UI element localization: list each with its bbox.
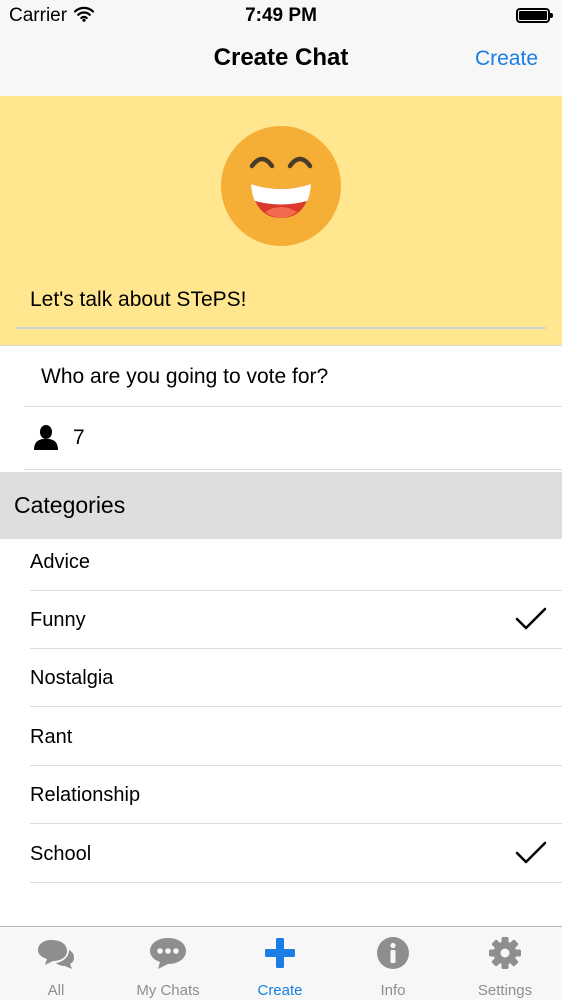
tab-all[interactable]: All [0, 927, 112, 1001]
category-row-advice[interactable]: Advice [0, 533, 562, 591]
chat-name-field[interactable]: Let's talk about STePS! [30, 288, 246, 312]
category-label: School [30, 843, 92, 865]
tab-label: All [47, 982, 65, 999]
chat-hero: Let's talk about STePS! [0, 96, 562, 346]
create-button[interactable]: Create [475, 47, 538, 71]
gear-icon [485, 936, 525, 970]
categories-header: Categories [0, 472, 562, 539]
tab-bar: All My Chats Create Info Settings [0, 926, 562, 1000]
tab-label: Info [380, 982, 406, 999]
info-icon [373, 936, 413, 970]
divider [30, 882, 562, 883]
tab-info[interactable]: Info [337, 927, 449, 1001]
chat-name-underline [16, 327, 546, 329]
category-label: Nostalgia [30, 667, 114, 689]
divider [30, 706, 562, 707]
category-label: Rant [30, 726, 73, 748]
tab-label: Create [257, 982, 303, 999]
category-label: Advice [30, 551, 91, 573]
navigation-bar: Create Chat Create [0, 32, 562, 96]
checkmark-icon [515, 841, 547, 870]
checkmark-icon [515, 607, 547, 636]
participant-count[interactable]: 7 [73, 426, 85, 450]
tab-my-chats[interactable]: My Chats [112, 927, 224, 1001]
divider [0, 345, 562, 346]
laughing-face-icon[interactable] [221, 126, 341, 251]
category-label: Funny [30, 609, 86, 631]
status-time: 7:49 PM [245, 5, 317, 26]
plus-icon [260, 936, 300, 970]
battery-icon [516, 8, 553, 23]
divider [30, 823, 562, 824]
tab-label: Settings [477, 982, 533, 999]
tab-settings[interactable]: Settings [449, 927, 561, 1001]
chat-bubbles-icon [36, 936, 76, 970]
chat-dots-icon [148, 936, 188, 970]
category-row-nostalgia[interactable]: Nostalgia [0, 649, 562, 707]
tab-label: My Chats [136, 982, 200, 999]
divider [24, 469, 562, 470]
categories-title: Categories [14, 492, 126, 518]
category-row-funny[interactable]: Funny [0, 591, 562, 649]
person-icon [33, 424, 59, 455]
category-row-rant[interactable]: Rant [0, 708, 562, 766]
category-row-relationship[interactable]: Relationship [0, 766, 562, 824]
divider [24, 406, 562, 407]
status-bar: Carrier 7:49 PM [0, 0, 562, 32]
chat-question-field[interactable]: Who are you going to vote for? [41, 365, 328, 389]
category-row-school[interactable]: School [0, 825, 562, 883]
tab-create[interactable]: Create [224, 927, 336, 1001]
category-label: Relationship [30, 784, 141, 806]
